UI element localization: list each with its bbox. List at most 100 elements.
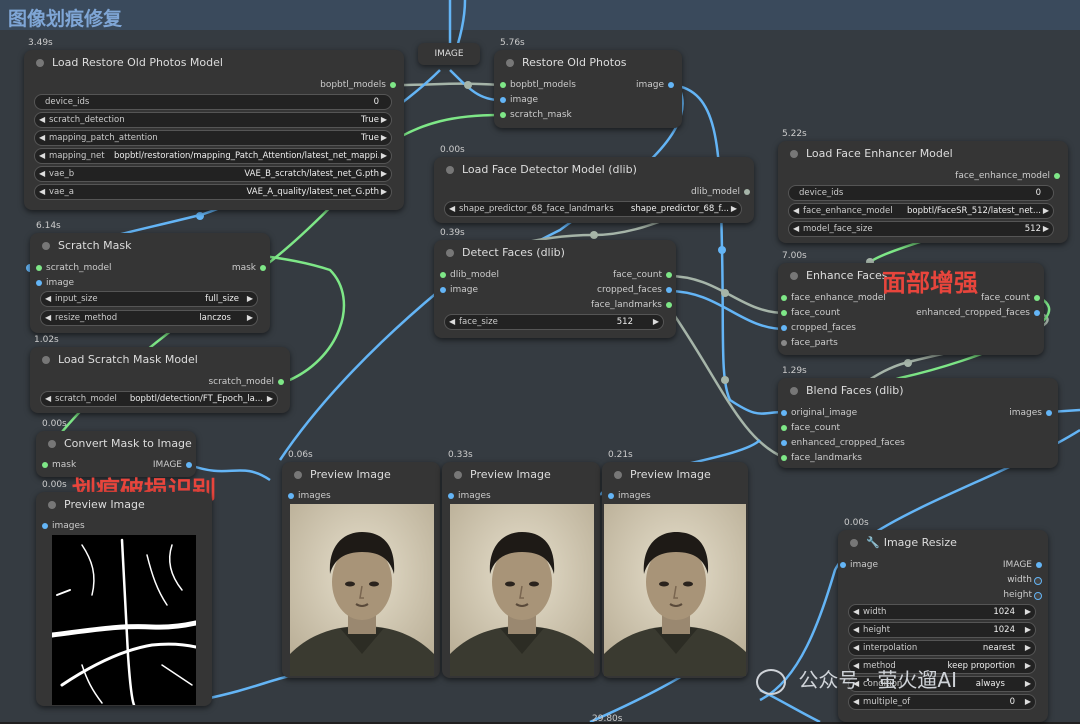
input-slot-cropped-faces[interactable]: cropped_faces — [781, 323, 856, 333]
slot-dot[interactable] — [1034, 577, 1042, 585]
input-slot-image[interactable]: image — [840, 560, 878, 570]
node-title[interactable]: Scratch Mask — [30, 233, 270, 259]
widget-face-size[interactable]: ◀ face_size 512 ▶ — [444, 314, 664, 330]
input-slot-images[interactable]: images — [42, 521, 85, 531]
arrow-right-icon[interactable]: ▶ — [1025, 695, 1031, 709]
arrow-right-icon[interactable]: ▶ — [1025, 641, 1031, 655]
widget-device-ids[interactable]: device_ids 0 — [34, 94, 392, 110]
node-preview-image-1[interactable]: Preview Image images — [282, 462, 440, 678]
input-slot-images[interactable]: images — [288, 491, 331, 501]
collapse-dot[interactable] — [446, 249, 454, 257]
arrow-right-icon[interactable]: ▶ — [381, 149, 387, 163]
slot-dot[interactable] — [1036, 562, 1042, 568]
arrow-left-icon[interactable]: ◀ — [45, 292, 51, 306]
output-slot-width[interactable]: width — [1007, 575, 1042, 585]
slot-dot[interactable] — [260, 265, 266, 271]
node-title[interactable]: Blend Faces (dlib) — [778, 378, 1058, 404]
output-slot-scratch-model[interactable]: scratch_model — [208, 377, 284, 387]
widget-shape-predictor[interactable]: ◀ shape_predictor_68_face_landmarks shape_… — [444, 201, 742, 217]
slot-dot[interactable] — [840, 562, 846, 568]
output-slot-face-count[interactable]: face_count — [613, 270, 672, 280]
output-slot-face-landmarks[interactable]: face_landmarks — [591, 300, 672, 310]
widget-device-ids[interactable]: device_ids 0 — [788, 185, 1054, 201]
output-slot-bopbtl-models[interactable]: bopbtl_models — [320, 80, 396, 90]
arrow-left-icon[interactable]: ◀ — [793, 204, 799, 218]
arrow-left-icon[interactable]: ◀ — [39, 149, 45, 163]
widget-input-size[interactable]: ◀ input_size full_size ▶ — [40, 291, 258, 307]
arrow-left-icon[interactable]: ◀ — [45, 392, 51, 406]
input-slot-face-count[interactable]: face_count — [781, 423, 840, 433]
output-slot-face-enhance-model[interactable]: face_enhance_model — [955, 171, 1060, 181]
widget-model-face-size[interactable]: ◀ model_face_size 512 ▶ — [788, 221, 1054, 237]
slot-dot[interactable] — [666, 302, 672, 308]
node-load-restore-old-photos-model[interactable]: Load Restore Old Photos Model bopbtl_mod… — [24, 50, 404, 210]
collapse-dot[interactable] — [790, 387, 798, 395]
input-slot-image[interactable]: image — [440, 285, 478, 295]
widget-interpolation[interactable]: ◀ interpolation nearest ▶ — [848, 640, 1036, 656]
input-slot-scratch-model[interactable]: scratch_model — [36, 263, 112, 273]
slot-dot[interactable] — [781, 310, 787, 316]
slot-dot[interactable] — [1034, 310, 1040, 316]
arrow-right-icon[interactable]: ▶ — [1043, 222, 1049, 236]
slot-dot[interactable] — [440, 272, 446, 278]
input-slot-image[interactable]: image — [36, 278, 74, 288]
slot-dot[interactable] — [666, 272, 672, 278]
node-title[interactable]: Load Scratch Mask Model — [30, 347, 290, 373]
arrow-right-icon[interactable]: ▶ — [1043, 204, 1049, 218]
slot-dot[interactable] — [1046, 410, 1052, 416]
slot-dot[interactable] — [36, 280, 42, 286]
slot-dot[interactable] — [500, 97, 506, 103]
node-title[interactable]: Detect Faces (dlib) — [434, 240, 676, 266]
slot-dot[interactable] — [42, 523, 48, 529]
slot-dot[interactable] — [781, 340, 787, 346]
output-slot-face-count[interactable]: face_count — [981, 293, 1040, 303]
node-title[interactable]: Preview Image — [602, 462, 748, 488]
arrow-right-icon[interactable]: ▶ — [1025, 623, 1031, 637]
collapse-dot[interactable] — [454, 471, 462, 479]
node-preview-image-2[interactable]: Preview Image images — [442, 462, 600, 678]
slot-dot[interactable] — [1034, 295, 1040, 301]
arrow-right-icon[interactable]: ▶ — [247, 292, 253, 306]
node-preview-image-mask[interactable]: Preview Image images — [36, 492, 212, 706]
collapse-dot[interactable] — [48, 440, 56, 448]
slot-dot[interactable] — [448, 493, 454, 499]
widget-width[interactable]: ◀ width 1024 ▶ — [848, 604, 1036, 620]
slot-dot[interactable] — [500, 82, 506, 88]
node-title[interactable]: Convert Mask to Image — [36, 431, 196, 457]
input-slot-face-count[interactable]: face_count — [781, 308, 840, 318]
arrow-left-icon[interactable]: ◀ — [449, 315, 455, 329]
node-title[interactable]: Load Face Detector Model (dlib) — [434, 157, 754, 183]
arrow-left-icon[interactable]: ◀ — [39, 167, 45, 181]
node-load-scratch-mask-model[interactable]: Load Scratch Mask Model scratch_model ◀ s… — [30, 347, 290, 413]
slot-dot[interactable] — [440, 287, 446, 293]
slot-dot[interactable] — [666, 287, 672, 293]
widget-vae-b[interactable]: ◀ vae_b VAE_B_scratch/latest_net_G.pth ▶ — [34, 166, 392, 182]
slot-dot[interactable] — [1034, 592, 1042, 600]
arrow-right-icon[interactable]: ▶ — [247, 311, 253, 325]
widget-height[interactable]: ◀ height 1024 ▶ — [848, 622, 1036, 638]
arrow-left-icon[interactable]: ◀ — [853, 641, 859, 655]
input-slot-dlib-model[interactable]: dlib_model — [440, 270, 499, 280]
arrow-left-icon[interactable]: ◀ — [853, 623, 859, 637]
collapse-dot[interactable] — [42, 242, 50, 250]
output-slot-height[interactable]: height — [1003, 590, 1042, 600]
node-title[interactable]: Preview Image — [282, 462, 440, 488]
node-load-face-enhancer[interactable]: Load Face Enhancer Model face_enhance_mo… — [778, 141, 1068, 243]
arrow-left-icon[interactable]: ◀ — [853, 695, 859, 709]
node-scratch-mask[interactable]: Scratch Mask scratch_model image mask ◀ i… — [30, 233, 270, 333]
arrow-left-icon[interactable]: ◀ — [793, 222, 799, 236]
node-title[interactable]: Restore Old Photos — [494, 50, 682, 76]
arrow-left-icon[interactable]: ◀ — [449, 202, 455, 216]
arrow-left-icon[interactable]: ◀ — [39, 113, 45, 127]
arrow-right-icon[interactable]: ▶ — [381, 185, 387, 199]
node-preview-image-3[interactable]: Preview Image images — [602, 462, 748, 678]
widget-mapping-net[interactable]: ◀ mapping_net bopbtl/restoration/mapping_P… — [34, 148, 392, 164]
slot-dot[interactable] — [186, 462, 192, 468]
collapse-dot[interactable] — [614, 471, 622, 479]
widget-resize-method[interactable]: ◀ resize_method lanczos ▶ — [40, 310, 258, 326]
slot-dot[interactable] — [781, 325, 787, 331]
slot-dot[interactable] — [781, 295, 787, 301]
arrow-left-icon[interactable]: ◀ — [45, 311, 51, 325]
input-slot-face-landmarks[interactable]: face_landmarks — [781, 453, 862, 463]
collapse-dot[interactable] — [294, 471, 302, 479]
